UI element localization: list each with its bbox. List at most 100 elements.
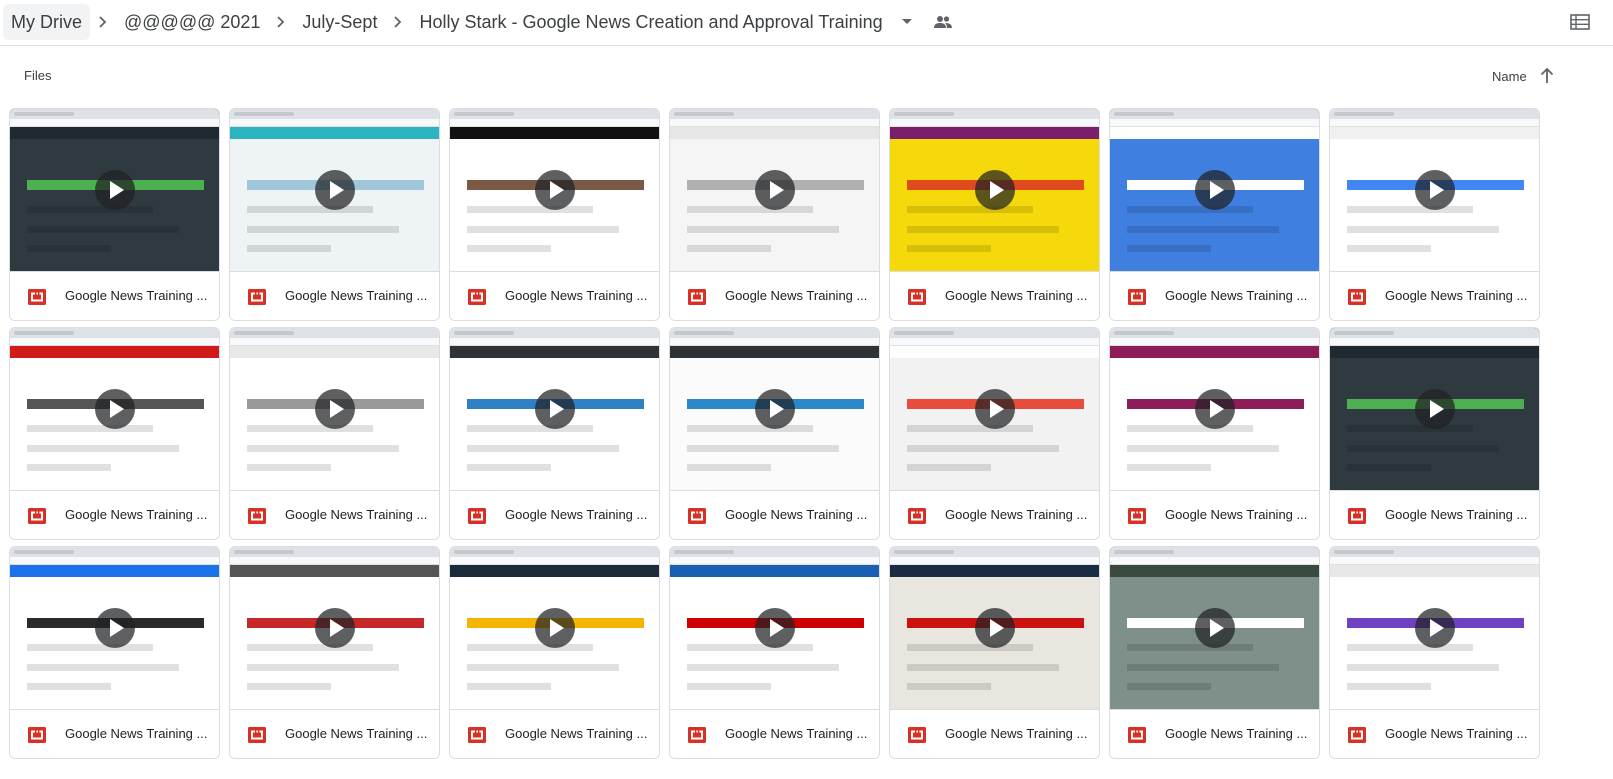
video-thumbnail[interactable]: [450, 109, 659, 271]
file-card[interactable]: Google News Training ...: [889, 546, 1100, 759]
play-icon[interactable]: [315, 608, 355, 648]
video-thumbnail[interactable]: [230, 328, 439, 490]
file-card[interactable]: Google News Training ...: [449, 108, 660, 321]
play-icon[interactable]: [535, 170, 575, 210]
video-thumbnail[interactable]: [670, 109, 879, 271]
video-thumbnail[interactable]: [1110, 328, 1319, 490]
file-card[interactable]: Google News Training ...: [9, 108, 220, 321]
video-thumbnail[interactable]: [890, 328, 1099, 490]
file-label-row[interactable]: Google News Training ...: [450, 271, 659, 320]
video-thumbnail[interactable]: [1110, 109, 1319, 271]
play-icon[interactable]: [755, 170, 795, 210]
play-icon[interactable]: [975, 170, 1015, 210]
file-label-row[interactable]: Google News Training ...: [1110, 271, 1319, 320]
list-view-icon[interactable]: [1569, 11, 1591, 33]
video-thumbnail[interactable]: [1110, 547, 1319, 709]
video-thumbnail[interactable]: [1330, 328, 1539, 490]
file-label-row[interactable]: Google News Training ...: [230, 709, 439, 758]
file-label-row[interactable]: Google News Training ...: [670, 490, 879, 539]
video-thumbnail[interactable]: [450, 328, 659, 490]
breadcrumb-item-my-drive[interactable]: My Drive: [3, 4, 90, 40]
file-label-row[interactable]: Google News Training ...: [230, 490, 439, 539]
content-line: [26, 245, 112, 253]
play-icon[interactable]: [315, 389, 355, 429]
play-icon[interactable]: [1195, 389, 1235, 429]
file-label-row[interactable]: Google News Training ...: [10, 271, 219, 320]
browser-address-bar: [10, 119, 219, 127]
sort-control[interactable]: Name: [1492, 63, 1557, 89]
file-card[interactable]: Google News Training ...: [9, 546, 220, 759]
file-label-row[interactable]: Google News Training ...: [1110, 709, 1319, 758]
play-icon[interactable]: [975, 389, 1015, 429]
play-icon[interactable]: [755, 608, 795, 648]
video-thumbnail[interactable]: [1330, 547, 1539, 709]
video-thumbnail[interactable]: [10, 547, 219, 709]
play-icon[interactable]: [1195, 608, 1235, 648]
file-label-row[interactable]: Google News Training ...: [890, 490, 1099, 539]
video-thumbnail[interactable]: [10, 328, 219, 490]
file-card[interactable]: Google News Training ...: [1109, 108, 1320, 321]
play-icon[interactable]: [95, 608, 135, 648]
file-card[interactable]: Google News Training ...: [1329, 108, 1540, 321]
browser-tab-strip: [450, 328, 659, 338]
file-label-row[interactable]: Google News Training ...: [230, 271, 439, 320]
file-label-row[interactable]: Google News Training ...: [890, 271, 1099, 320]
file-card[interactable]: Google News Training ...: [449, 546, 660, 759]
file-label-row[interactable]: Google News Training ...: [10, 490, 219, 539]
file-card[interactable]: Google News Training ...: [1109, 327, 1320, 540]
play-icon[interactable]: [535, 608, 575, 648]
video-thumbnail[interactable]: [670, 547, 879, 709]
breadcrumb-item-quarter-folder[interactable]: July-Sept: [294, 4, 385, 40]
content-line: [246, 425, 374, 433]
file-label-row[interactable]: Google News Training ...: [1110, 490, 1319, 539]
file-card[interactable]: Google News Training ...: [889, 327, 1100, 540]
breadcrumb-item-year-folder[interactable]: @@@@@ 2021: [116, 4, 268, 40]
play-icon[interactable]: [1195, 170, 1235, 210]
video-thumbnail[interactable]: [230, 109, 439, 271]
play-icon[interactable]: [95, 170, 135, 210]
video-thumbnail[interactable]: [890, 547, 1099, 709]
file-label-row[interactable]: Google News Training ...: [450, 490, 659, 539]
file-card[interactable]: Google News Training ...: [9, 327, 220, 540]
video-thumbnail[interactable]: [230, 547, 439, 709]
file-card[interactable]: Google News Training ...: [449, 327, 660, 540]
play-icon[interactable]: [1415, 608, 1455, 648]
arrow-drop-down-icon[interactable]: [897, 4, 917, 40]
play-icon[interactable]: [95, 389, 135, 429]
file-card[interactable]: Google News Training ...: [669, 327, 880, 540]
file-label-row[interactable]: Google News Training ...: [890, 709, 1099, 758]
file-label-row[interactable]: Google News Training ...: [10, 709, 219, 758]
file-label-row[interactable]: Google News Training ...: [1330, 709, 1539, 758]
video-thumbnail[interactable]: [10, 109, 219, 271]
arrow-upward-icon[interactable]: [1537, 66, 1557, 86]
play-icon[interactable]: [1415, 389, 1455, 429]
file-card[interactable]: Google News Training ...: [1329, 327, 1540, 540]
video-thumbnail[interactable]: [890, 109, 1099, 271]
play-icon[interactable]: [755, 389, 795, 429]
file-card[interactable]: Google News Training ...: [1329, 546, 1540, 759]
breadcrumb-item-current-folder[interactable]: Holly Stark - Google News Creation and A…: [411, 4, 890, 40]
file-label-row[interactable]: Google News Training ...: [1330, 271, 1539, 320]
file-label-row[interactable]: Google News Training ...: [670, 709, 879, 758]
file-card[interactable]: Google News Training ...: [229, 108, 440, 321]
video-thumbnail[interactable]: [1330, 109, 1539, 271]
file-card[interactable]: Google News Training ...: [889, 108, 1100, 321]
file-card[interactable]: Google News Training ...: [669, 546, 880, 759]
file-card[interactable]: Google News Training ...: [229, 327, 440, 540]
file-label-row[interactable]: Google News Training ...: [450, 709, 659, 758]
video-thumbnail[interactable]: [670, 328, 879, 490]
play-icon[interactable]: [535, 389, 575, 429]
video-thumbnail[interactable]: [450, 547, 659, 709]
play-icon[interactable]: [975, 608, 1015, 648]
file-label-row[interactable]: Google News Training ...: [670, 271, 879, 320]
file-card[interactable]: Google News Training ...: [669, 108, 880, 321]
file-card[interactable]: Google News Training ...: [229, 546, 440, 759]
play-icon[interactable]: [315, 170, 355, 210]
play-icon[interactable]: [1415, 170, 1455, 210]
content-line: [686, 663, 839, 671]
page-header-band: [450, 346, 659, 358]
file-card[interactable]: Google News Training ...: [1109, 546, 1320, 759]
people-icon[interactable]: [931, 4, 955, 40]
sort-label[interactable]: Name: [1492, 69, 1527, 84]
file-label-row[interactable]: Google News Training ...: [1330, 490, 1539, 539]
